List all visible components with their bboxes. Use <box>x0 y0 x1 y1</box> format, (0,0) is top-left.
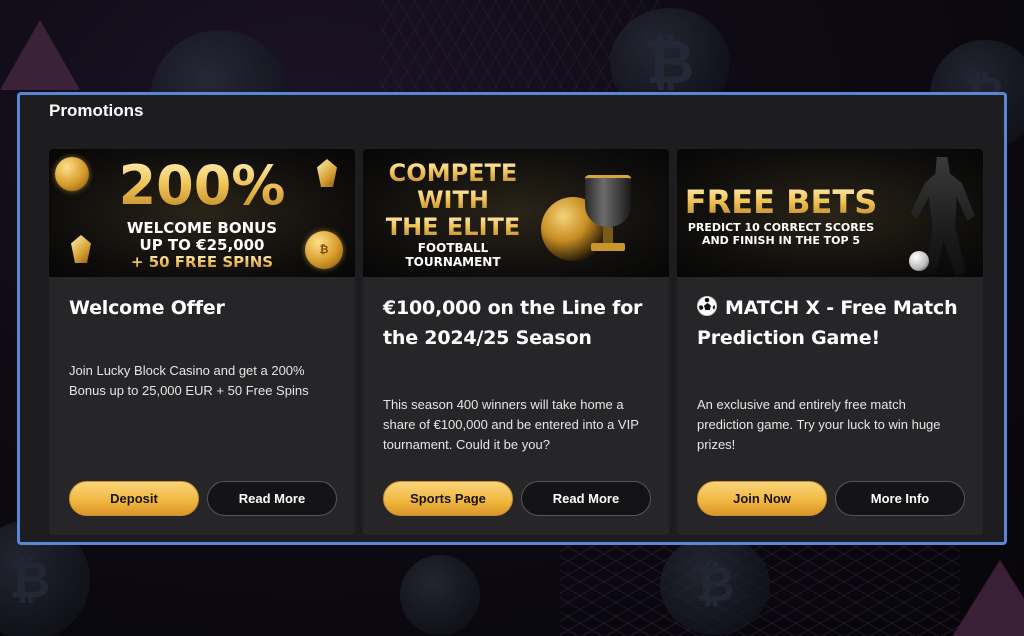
banner-line: UP TO €25,000 <box>139 236 265 254</box>
banner-line: + 50 FREE SPINS <box>49 254 355 271</box>
banner-line: PREDICT 10 CORRECT SCORES <box>687 221 875 234</box>
banner-headline: FREE BETS <box>684 183 878 221</box>
card-title: Welcome Offer <box>69 297 225 319</box>
promotions-panel: Promotions ₿ 200% WELCOME BONUS UP TO €2… <box>17 92 1007 545</box>
background-coin-icon <box>400 555 480 635</box>
promotion-card-season: COMPETE WITH THE ELITE FOOTBALL TOURNAME… <box>363 149 669 535</box>
soccer-ball-icon <box>697 296 717 316</box>
sports-page-button[interactable]: Sports Page <box>383 481 513 516</box>
deposit-button[interactable]: Deposit <box>69 481 199 516</box>
banner-headline: COMPETE <box>373 159 533 187</box>
read-more-button[interactable]: Read More <box>207 481 337 516</box>
card-title-text: MATCH X - Free Match Prediction Game! <box>697 297 958 349</box>
banner-line: WELCOME BONUS <box>126 219 278 237</box>
promotion-banner: FREE BETS PREDICT 10 CORRECT SCORES AND … <box>677 149 983 277</box>
trophy-icon <box>585 175 631 227</box>
background-bitcoin-icon: ₿ <box>660 535 770 635</box>
card-actions: Join Now More Info <box>697 481 965 516</box>
banner-line: AND FINISH IN THE TOP 5 <box>701 234 861 247</box>
card-title: MATCH X - Free Match Prediction Game! <box>697 293 967 353</box>
read-more-button[interactable]: Read More <box>521 481 651 516</box>
promotion-card-welcome-offer: ₿ 200% WELCOME BONUS UP TO €25,000 + 50 … <box>49 149 355 535</box>
card-description: An exclusive and entirely free match pre… <box>697 397 941 452</box>
promotion-banner: COMPETE WITH THE ELITE FOOTBALL TOURNAME… <box>363 149 669 277</box>
card-actions: Deposit Read More <box>69 481 337 516</box>
background-shape <box>0 20 80 90</box>
trophy-base <box>591 243 625 251</box>
card-description: Join Lucky Block Casino and get a 200% B… <box>69 363 309 398</box>
background-shape <box>950 560 1024 636</box>
promotion-cards: ₿ 200% WELCOME BONUS UP TO €25,000 + 50 … <box>49 149 983 535</box>
card-actions: Sports Page Read More <box>383 481 651 516</box>
join-now-button[interactable]: Join Now <box>697 481 827 516</box>
banner-line: TOURNAMENT <box>405 255 501 269</box>
banner-headline: WITH <box>373 186 533 214</box>
promotion-banner: ₿ 200% WELCOME BONUS UP TO €25,000 + 50 … <box>49 149 355 277</box>
banner-headline: 200% <box>49 155 355 217</box>
banner-line: FOOTBALL <box>417 241 489 255</box>
banner-headline: THE ELITE <box>373 213 533 241</box>
more-info-button[interactable]: More Info <box>835 481 965 516</box>
card-title: €100,000 on the Line for the 2024/25 Sea… <box>383 297 643 349</box>
football-icon <box>909 251 929 271</box>
promotion-card-match-x: FREE BETS PREDICT 10 CORRECT SCORES AND … <box>677 149 983 535</box>
panel-title: Promotions <box>49 101 144 120</box>
card-description: This season 400 winners will take home a… <box>383 397 639 452</box>
